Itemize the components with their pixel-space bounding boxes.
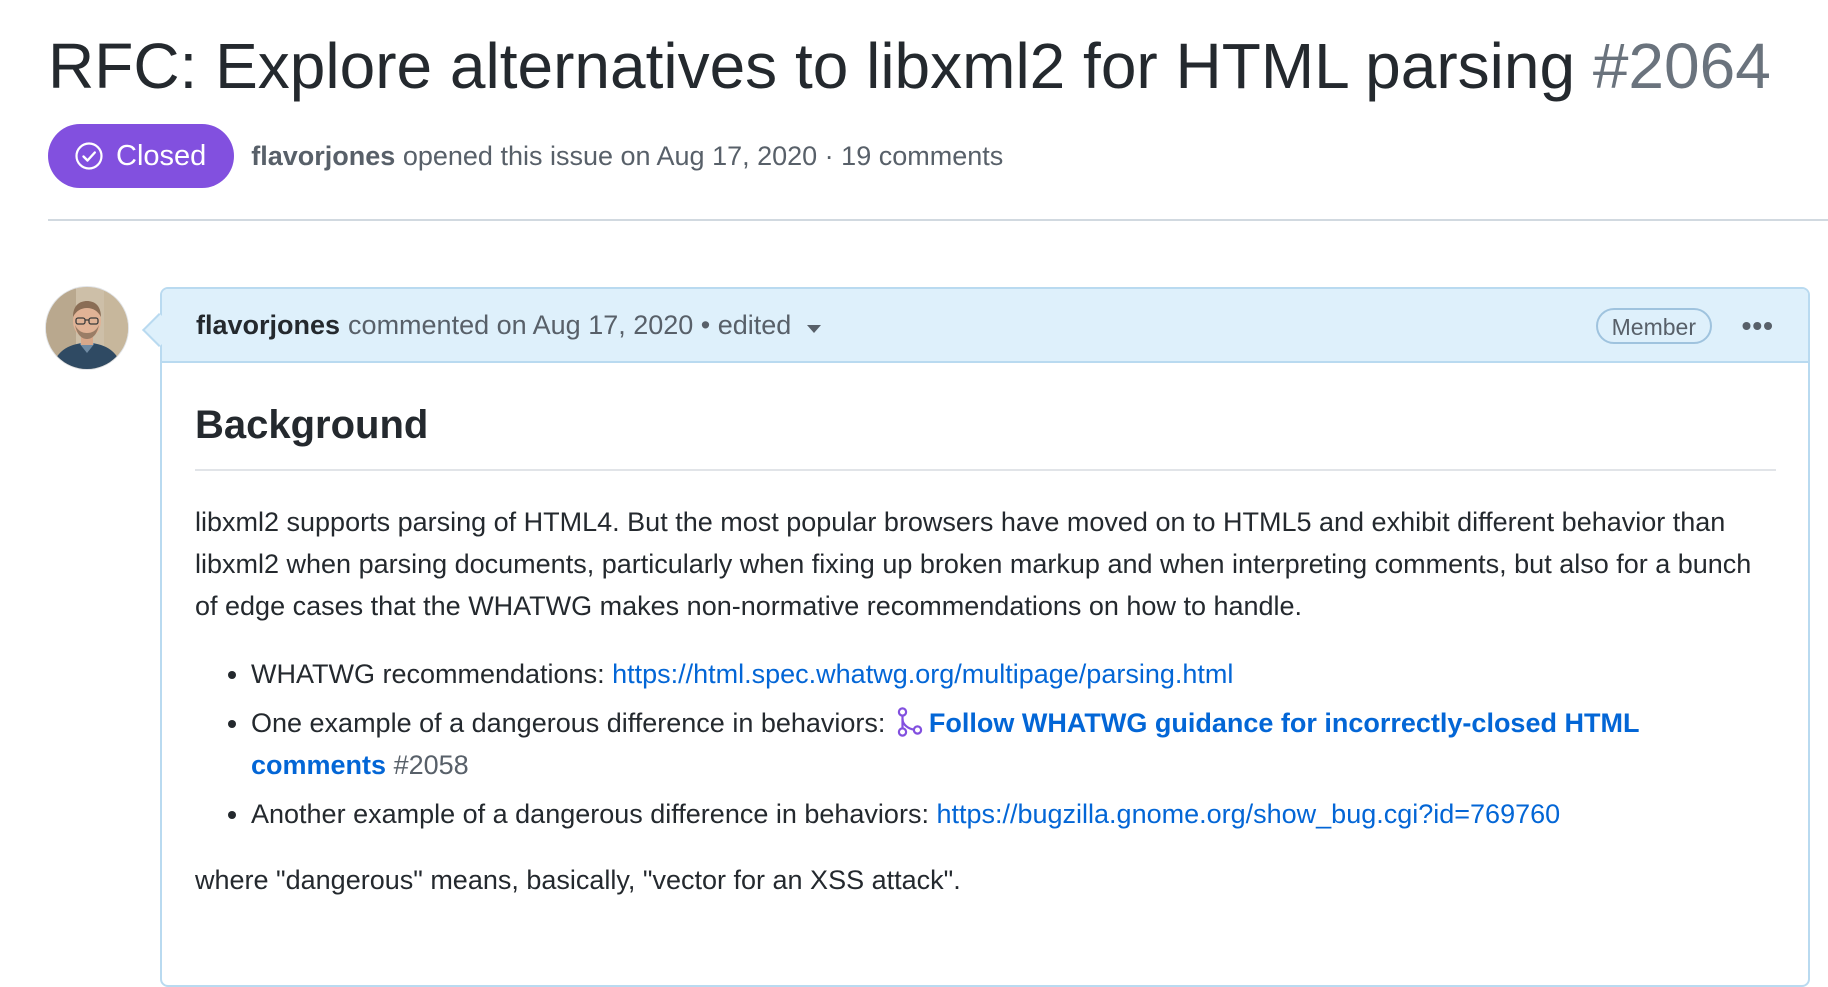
pull-request-number: #2058 (393, 750, 469, 780)
git-pull-request-icon (897, 707, 923, 737)
state-badge-closed: Closed (48, 124, 235, 188)
comment-author-link[interactable]: flavorjones (196, 310, 340, 341)
kebab-horizontal-icon[interactable]: ••• (1742, 311, 1774, 341)
list-item: One example of a dangerous difference in… (251, 702, 1776, 786)
list-item-text: Another example of a dangerous differenc… (251, 799, 937, 829)
issue-title: RFC: Explore alternatives to libxml2 for… (48, 28, 1771, 104)
header-divider (48, 219, 1828, 221)
heading-divider (195, 469, 1776, 471)
issue-number: #2064 (1592, 30, 1771, 102)
avatar[interactable] (46, 287, 128, 369)
comment-closing-text: where "dangerous" means, basically, "vec… (195, 865, 961, 895)
triangle-down-icon[interactable] (807, 325, 822, 333)
bugzilla-link[interactable]: https://bugzilla.gnome.org/show_bug.cgi?… (936, 799, 1560, 829)
comment-bullet-list: WHATWG recommendations: https://html.spe… (195, 653, 1776, 835)
issue-title-text: RFC: Explore alternatives to libxml2 for… (48, 30, 1576, 102)
issue-meta-details: opened this issue on Aug 17, 2020 · 19 c… (402, 140, 1004, 171)
issue-meta-text: flavorjones opened this issue on Aug 17,… (251, 141, 1003, 172)
state-label: Closed (116, 139, 207, 172)
issue-author-link[interactable]: flavorjones (251, 141, 395, 171)
comment-header: flavorjones commented on Aug 17, 2020 • … (162, 289, 1808, 363)
list-item-text: WHATWG recommendations: (251, 659, 613, 689)
list-item: Another example of a dangerous differenc… (251, 793, 1776, 835)
comment-body: Background libxml2 supports parsing of H… (162, 363, 1808, 901)
issue-comment: flavorjones commented on Aug 17, 2020 • … (160, 287, 1810, 987)
comment-timestamp[interactable]: commented on Aug 17, 2020 • edited (348, 310, 791, 341)
comment-heading: Background (195, 403, 429, 447)
list-item: WHATWG recommendations: https://html.spe… (251, 653, 1776, 695)
check-circle-icon (74, 141, 104, 171)
member-badge: Member (1595, 308, 1712, 344)
whatwg-link[interactable]: https://html.spec.whatwg.org/multipage/p… (612, 659, 1233, 689)
list-item-text: One example of a dangerous difference in… (251, 708, 893, 738)
comment-paragraph: libxml2 supports parsing of HTML4. But t… (195, 507, 1752, 621)
issue-meta: Closed flavorjones opened this issue on … (48, 124, 1003, 188)
